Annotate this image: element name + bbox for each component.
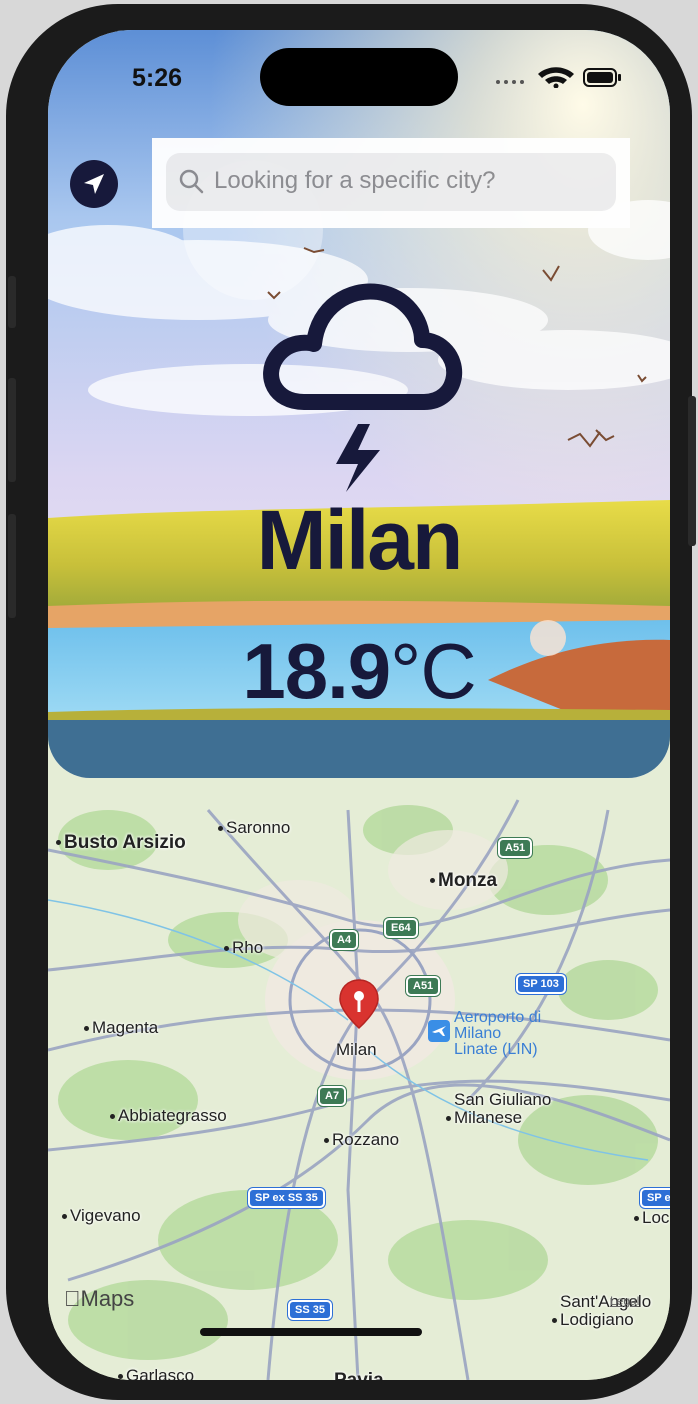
map-label-busto-arsizio: Busto Arsizio bbox=[56, 832, 186, 854]
status-time: 5:26 bbox=[132, 64, 183, 92]
map-label-milanese: Milanese bbox=[446, 1108, 522, 1128]
map-label-loc: Loc bbox=[634, 1208, 669, 1228]
road-shield-sp-ex-edge: SP ex bbox=[640, 1188, 670, 1208]
volume-down-button bbox=[8, 514, 16, 618]
weather-condition-icon bbox=[254, 266, 466, 496]
map-label-garlasco: Garlasco bbox=[118, 1366, 194, 1380]
airport-icon bbox=[428, 1020, 450, 1042]
apple-logo-icon:  bbox=[64, 1286, 81, 1311]
screen: Busto Arsizio Saronno Monza Rho Magenta … bbox=[48, 30, 670, 1380]
location-pin-icon[interactable] bbox=[338, 978, 380, 1040]
road-shield-a51: A51 bbox=[498, 838, 533, 858]
map-label-airport-line1: Aeroporto di bbox=[454, 1009, 542, 1026]
status-icons bbox=[494, 66, 624, 93]
search-placeholder: Looking for a specific city? bbox=[214, 167, 496, 194]
road-shield-sp103: SP 103 bbox=[516, 974, 566, 994]
map-label-saronno: Saronno bbox=[218, 818, 290, 838]
road-shield-a51-south: A51 bbox=[406, 976, 441, 996]
map-label-airport-line3: Linate (LIN) bbox=[454, 1041, 538, 1058]
road-shield-e64: E64 bbox=[384, 918, 418, 938]
temperature-unit: °C bbox=[390, 627, 477, 715]
home-indicator[interactable] bbox=[200, 1328, 422, 1336]
map-label-san-giuliano: San Giuliano bbox=[454, 1090, 552, 1109]
map-label-vigevano: Vigevano bbox=[62, 1206, 141, 1226]
signal-dots-icon bbox=[496, 80, 524, 84]
hero-bottom-band bbox=[48, 720, 670, 778]
search-bar: Looking for a specific city? bbox=[152, 138, 630, 228]
road-shield-a7: A7 bbox=[318, 1086, 347, 1106]
map-label-rho: Rho bbox=[224, 938, 263, 958]
city-map[interactable]: Busto Arsizio Saronno Monza Rho Magenta … bbox=[48, 720, 670, 1380]
temperature-value: 18.9 bbox=[242, 627, 391, 715]
dynamic-island bbox=[260, 48, 458, 106]
legal-link[interactable]: Legal bbox=[610, 1294, 639, 1308]
current-location-button[interactable] bbox=[70, 160, 118, 208]
search-icon bbox=[179, 169, 204, 194]
map-label-magenta: Magenta bbox=[84, 1018, 158, 1038]
road-shield-a4: A4 bbox=[330, 930, 359, 950]
map-label-airport-line2: Milano bbox=[454, 1025, 502, 1042]
map-label-lodigiano: Lodigiano bbox=[552, 1310, 634, 1330]
volume-up-button bbox=[8, 378, 16, 482]
search-input[interactable]: Looking for a specific city? bbox=[166, 153, 616, 211]
map-label-abbiategrasso: Abbiategrasso bbox=[110, 1106, 227, 1126]
map-label-pavia: Pavia bbox=[334, 1370, 384, 1380]
map-label-monza: Monza bbox=[430, 870, 497, 892]
map-label-rozzano: Rozzano bbox=[324, 1130, 399, 1150]
temperature: 18.9°C bbox=[48, 626, 670, 717]
battery-icon bbox=[583, 68, 621, 87]
wifi-icon bbox=[538, 67, 574, 89]
road-shield-sp-ex-ss35: SP ex SS 35 bbox=[248, 1188, 325, 1208]
maps-brand: Maps bbox=[64, 1286, 134, 1311]
map-label-milan: Milan bbox=[336, 1040, 377, 1059]
power-button bbox=[688, 396, 696, 546]
mute-switch bbox=[8, 276, 16, 328]
weather-hero: Milan 18.9°C 5:26 Looking for a specific… bbox=[48, 30, 670, 778]
city-name: Milan bbox=[256, 493, 464, 587]
location-arrow-icon bbox=[84, 174, 104, 194]
road-shield-ss35: SS 35 bbox=[288, 1300, 332, 1320]
